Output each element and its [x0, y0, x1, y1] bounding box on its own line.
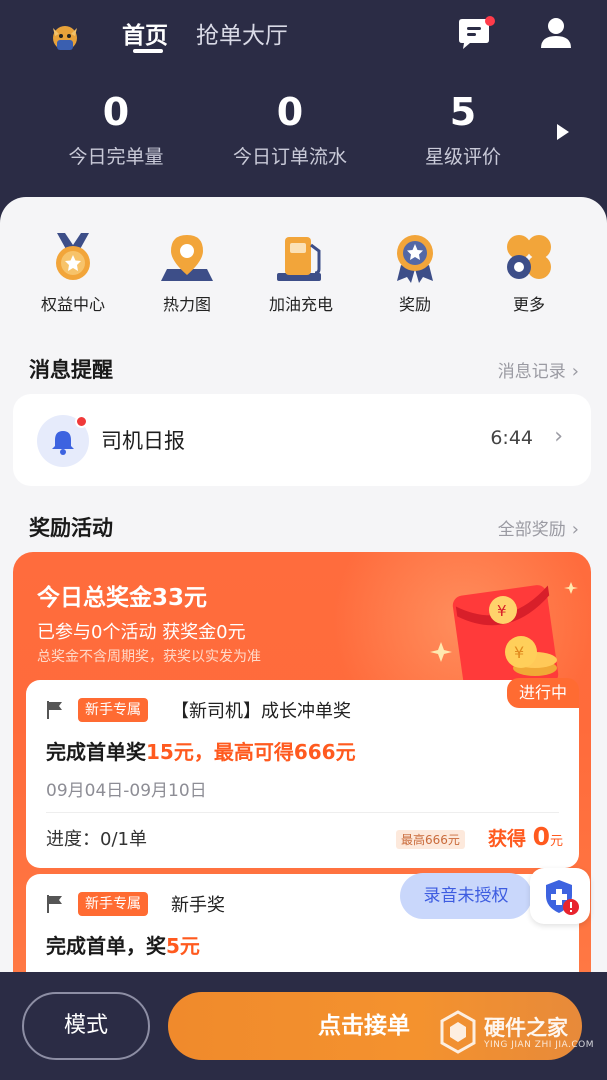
task-progress: 进度：0/1单 — [46, 829, 147, 850]
map-pin-icon — [161, 235, 213, 281]
user-icon[interactable] — [538, 16, 574, 50]
mode-button[interactable]: 模式 — [22, 992, 150, 1060]
task-title-highlight: 15元，最高可得666元 — [146, 740, 356, 764]
message-icon[interactable] — [456, 16, 496, 52]
task-title-prefix: 完成首单，奖 — [46, 934, 166, 958]
status-badge: 进行中 — [506, 678, 579, 708]
reward-joined: 已参与0个活动 获奖金0元 — [37, 622, 246, 643]
message-history-label: 消息记录 — [497, 362, 566, 382]
all-rewards-link[interactable]: 全部奖励 › — [498, 515, 579, 540]
reward-task-card[interactable]: 进行中 新手专属 【新司机】成长冲单奖 完成首单奖15元，最高可得666元 09… — [26, 678, 579, 868]
fuel-pump-icon — [277, 237, 321, 281]
quick-action-label: 权益中心 — [40, 295, 105, 314]
task-date: 09月04日-09月10日 — [46, 781, 207, 801]
watermark-subtext: YING JIAN ZHI JIA.COM — [484, 1040, 595, 1050]
quick-action-label: 热力图 — [162, 295, 211, 314]
recording-permission-button[interactable]: 录音未授权 — [400, 873, 532, 919]
task-title-prefix: 完成首单奖 — [46, 740, 146, 764]
stat-label: 星级评价 — [424, 146, 501, 168]
stat-label: 今日订单流水 — [232, 146, 347, 168]
task-tag: 新手专属 — [78, 892, 148, 916]
medal-icon — [56, 233, 90, 280]
more-grid-icon — [507, 235, 551, 279]
earn-label: 获得 — [487, 828, 526, 850]
reward-banner: 今日总奖金33元 已参与0个活动 获奖金0元 总奖金不含周期奖，获奖以实发为准 … — [13, 552, 591, 997]
chevron-right-icon: › — [554, 424, 563, 449]
stat-today-revenue[interactable]: 0 今日订单流水 — [210, 90, 370, 169]
shield-icon — [546, 880, 579, 915]
task-title: 完成首单，奖5元 — [46, 930, 200, 959]
quick-action-benefits[interactable]: 权益中心 — [18, 231, 128, 315]
stat-value: 5 — [449, 90, 477, 134]
message-history-link[interactable]: 消息记录 › — [498, 357, 579, 382]
stat-label: 今日完单量 — [68, 146, 164, 168]
earn-unit: 元 — [549, 834, 563, 849]
flag-icon — [47, 701, 62, 719]
quick-action-fuel-charge[interactable]: 加油充电 — [246, 231, 356, 315]
earn-value: 0 — [532, 822, 550, 851]
stat-value: 0 — [102, 90, 130, 134]
tab-home[interactable]: 首页 — [122, 16, 168, 50]
stat-value: 0 — [276, 90, 304, 134]
reward-note: 总奖金不含周期奖，获奖以实发为准 — [37, 649, 261, 665]
tab-order-hall[interactable]: 抢单大厅 — [196, 16, 288, 50]
top-bar: 首页 抢单大厅 — [0, 0, 607, 70]
stat-star-rating[interactable]: 5 星级评价 — [383, 90, 543, 169]
quick-action-label: 加油充电 — [268, 295, 333, 314]
quick-action-label: 更多 — [512, 295, 545, 314]
svg-text:¥: ¥ — [514, 643, 524, 662]
watermark-text: 硬件之家 — [484, 1016, 568, 1040]
quick-action-more[interactable]: 更多 — [474, 231, 584, 315]
task-title-highlight: 5元 — [166, 934, 200, 958]
rewards-section-title: 奖励活动 — [29, 516, 113, 540]
unread-dot — [75, 415, 88, 428]
red-envelope-icon: ¥ ¥ — [430, 582, 578, 692]
chevron-right-icon: › — [571, 361, 579, 382]
chevron-right-icon: › — [571, 519, 579, 540]
reward-total: 今日总奖金33元 — [37, 585, 208, 611]
play-arrow-icon[interactable] — [555, 122, 571, 142]
divider — [46, 812, 559, 813]
message-title: 司机日报 — [101, 429, 185, 453]
award-icon — [397, 235, 433, 283]
security-shield-button[interactable] — [530, 868, 590, 924]
active-tab-indicator — [133, 49, 163, 53]
stat-today-completed[interactable]: 0 今日完单量 — [36, 90, 196, 169]
task-name: 【新司机】成长冲单奖 — [171, 701, 351, 722]
all-rewards-label: 全部奖励 — [497, 520, 566, 540]
svg-text:¥: ¥ — [497, 602, 507, 620]
task-max-reward: 最高666元 — [396, 830, 465, 849]
task-title: 完成首单奖15元，最高可得666元 — [46, 736, 356, 765]
task-earned: 获得 0元 — [488, 822, 563, 851]
task-tag: 新手专属 — [78, 698, 148, 722]
messages-section-title: 消息提醒 — [29, 358, 113, 382]
app-logo-icon[interactable] — [46, 16, 84, 54]
message-item-driver-daily[interactable]: 司机日报 6:44 › — [13, 394, 591, 486]
quick-action-label: 奖励 — [398, 295, 431, 314]
quick-action-heatmap[interactable]: 热力图 — [132, 231, 242, 315]
flag-icon — [47, 895, 62, 913]
quick-action-rewards[interactable]: 奖励 — [360, 231, 470, 315]
task-name: 新手奖 — [171, 895, 225, 916]
message-time: 6:44 — [490, 427, 533, 449]
